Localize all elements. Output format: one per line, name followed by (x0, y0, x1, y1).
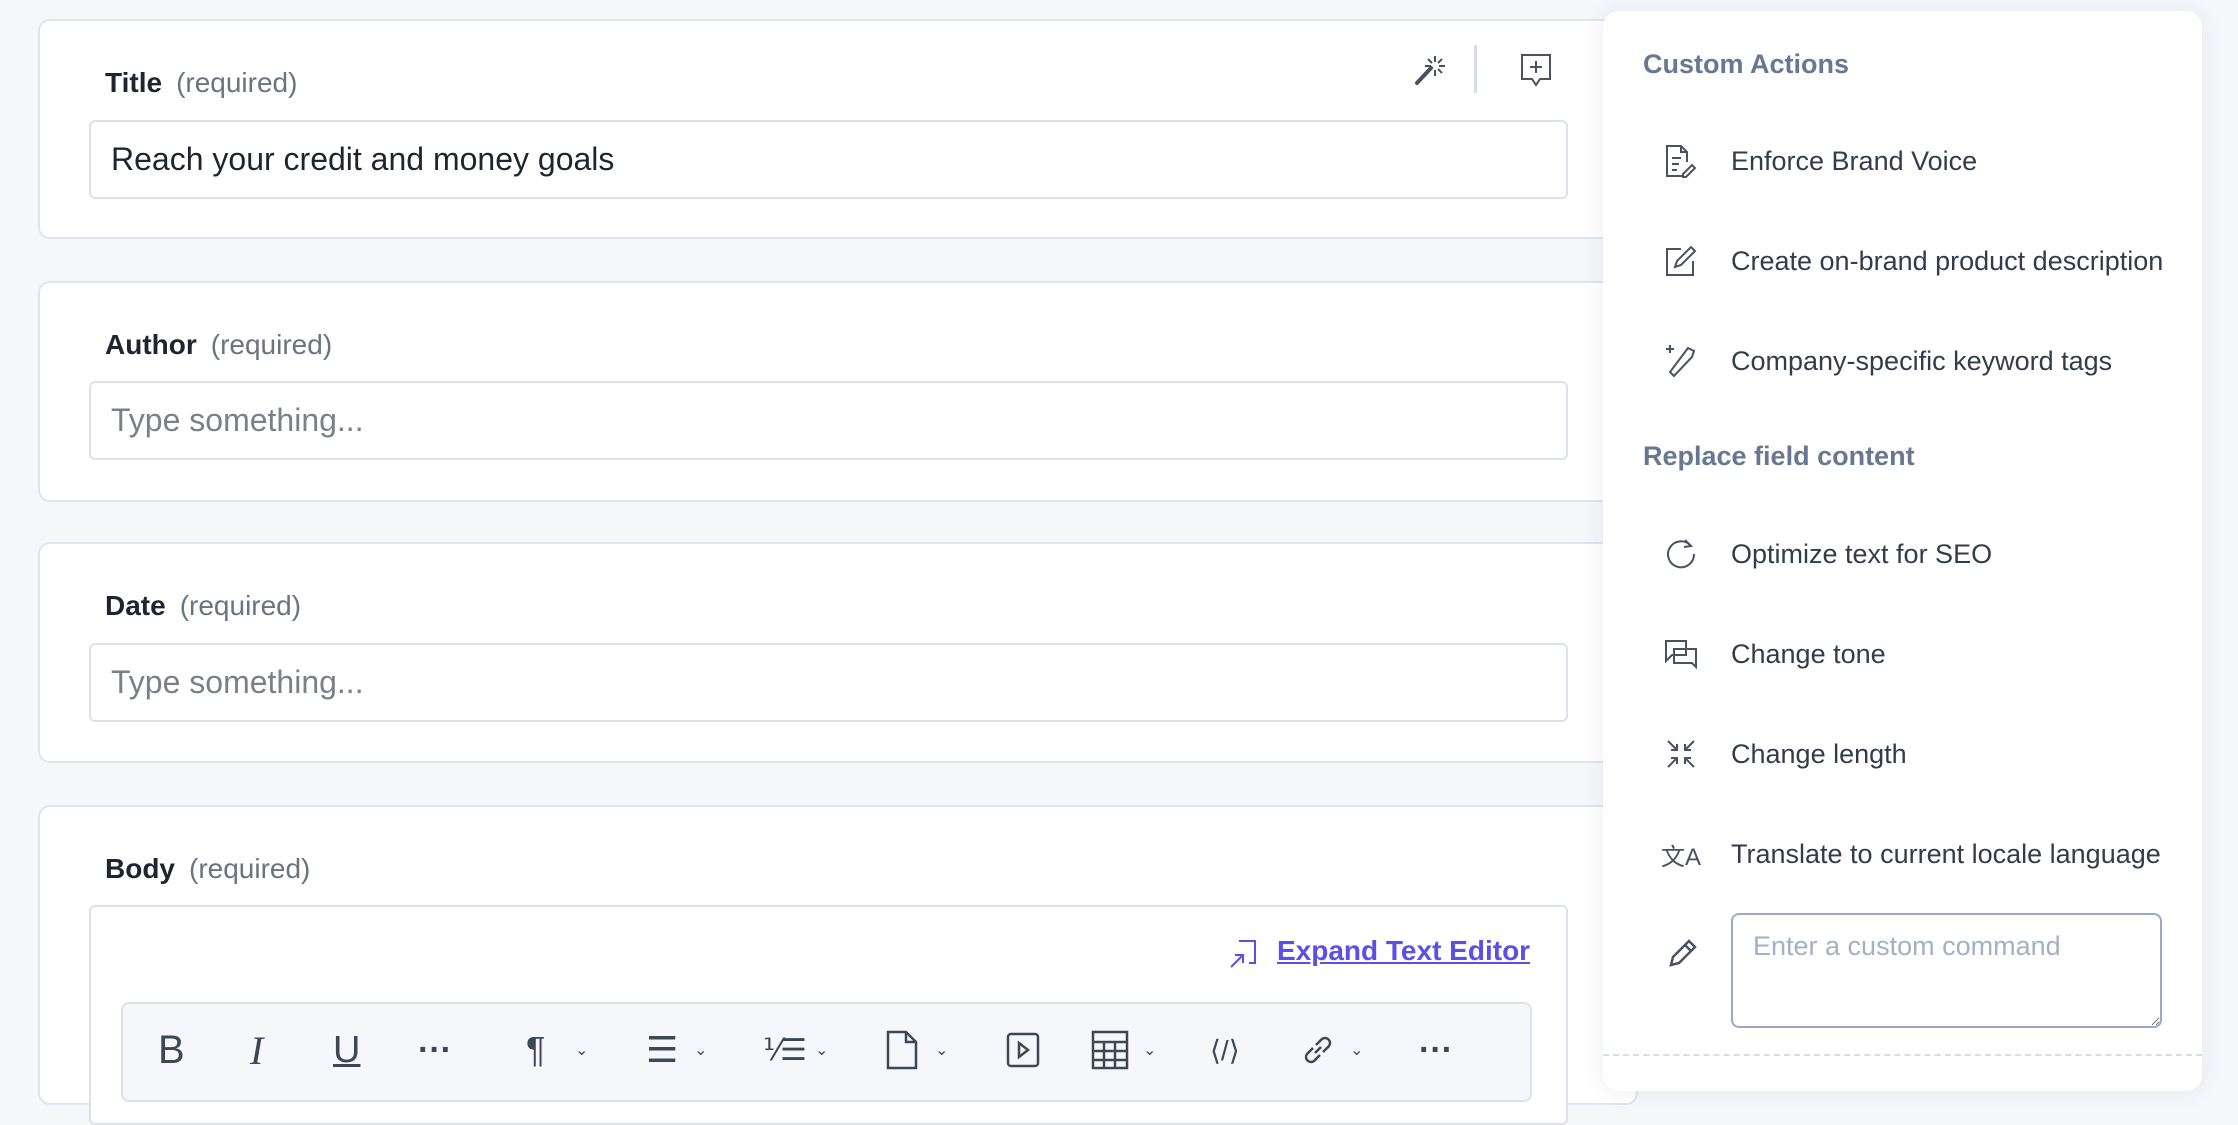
chevron-down-icon[interactable]: ⌄ (815, 1040, 828, 1060)
chat-bubbles-icon (1661, 639, 1701, 669)
chevron-down-icon[interactable]: ⌄ (1350, 1040, 1363, 1060)
media-button[interactable] (1006, 1030, 1040, 1070)
title-input[interactable] (89, 120, 1568, 199)
action-change-length[interactable]: Change length (1603, 719, 2202, 789)
more-toolbar-button[interactable]: ··· (1419, 1030, 1453, 1070)
align-button[interactable]: ☰ (646, 1029, 678, 1070)
pencil-icon (1665, 935, 1701, 971)
panel-divider (1603, 1054, 2202, 1056)
author-input[interactable] (89, 381, 1568, 460)
chevron-down-icon[interactable]: ⌄ (935, 1040, 948, 1060)
add-comment-icon[interactable] (1518, 51, 1554, 91)
italic-button[interactable]: I (250, 1028, 263, 1073)
bold-button[interactable]: B (158, 1028, 185, 1072)
author-label: Author (required) (105, 329, 333, 360)
underline-button[interactable]: U (333, 1029, 360, 1071)
date-label: Date (required) (105, 590, 302, 621)
action-optimize-seo[interactable]: Optimize text for SEO (1603, 519, 2202, 589)
more-formatting-button[interactable]: ··· (418, 1030, 452, 1070)
document-button[interactable] (886, 1030, 918, 1070)
compress-icon (1661, 739, 1701, 769)
tag-plus-icon (1661, 344, 1701, 378)
edit-square-icon (1661, 245, 1701, 277)
magic-wand-icon[interactable] (1412, 51, 1448, 87)
action-create-product-description[interactable]: Create on-brand product description (1603, 226, 2202, 296)
expand-icon[interactable] (1226, 936, 1260, 970)
date-input[interactable] (89, 643, 1568, 722)
refresh-icon (1661, 538, 1701, 570)
chevron-down-icon[interactable]: ⌄ (575, 1040, 588, 1060)
translate-icon: 文A (1661, 843, 1702, 871)
author-field-card: Author (required) (38, 281, 1638, 502)
chevron-down-icon[interactable]: ⌄ (694, 1040, 707, 1060)
replace-field-content-heading: Replace field content (1643, 441, 1915, 471)
action-change-tone[interactable]: Change tone (1603, 619, 2202, 689)
table-button[interactable] (1091, 1030, 1129, 1070)
paragraph-button[interactable]: ¶ (526, 1029, 545, 1070)
body-label: Body (required) (105, 853, 311, 884)
numbered-list-button[interactable]: ⅟☰ (763, 1030, 807, 1070)
custom-actions-heading: Custom Actions (1643, 49, 1850, 79)
title-label: Title (required) (105, 67, 298, 98)
title-field-card: Title (required) (38, 19, 1638, 239)
expand-text-editor-link[interactable]: Expand Text Editor (1277, 935, 1530, 967)
ai-actions-panel: Custom Actions Enforce Brand Voice Creat… (1603, 11, 2202, 1091)
document-edit-icon (1661, 144, 1701, 178)
date-field-card: Date (required) (38, 542, 1638, 763)
action-keyword-tags[interactable]: Company-specific keyword tags (1603, 326, 2202, 396)
link-button[interactable] (1300, 1030, 1336, 1070)
custom-command-input[interactable] (1731, 913, 2162, 1028)
action-translate[interactable]: 文A Translate to current locale language (1603, 819, 2202, 889)
chevron-down-icon[interactable]: ⌄ (1143, 1040, 1156, 1060)
action-enforce-brand-voice[interactable]: Enforce Brand Voice (1603, 126, 2202, 196)
toolbar-divider (1474, 45, 1477, 93)
code-button[interactable]: ⟨/⟩ (1210, 1030, 1240, 1070)
